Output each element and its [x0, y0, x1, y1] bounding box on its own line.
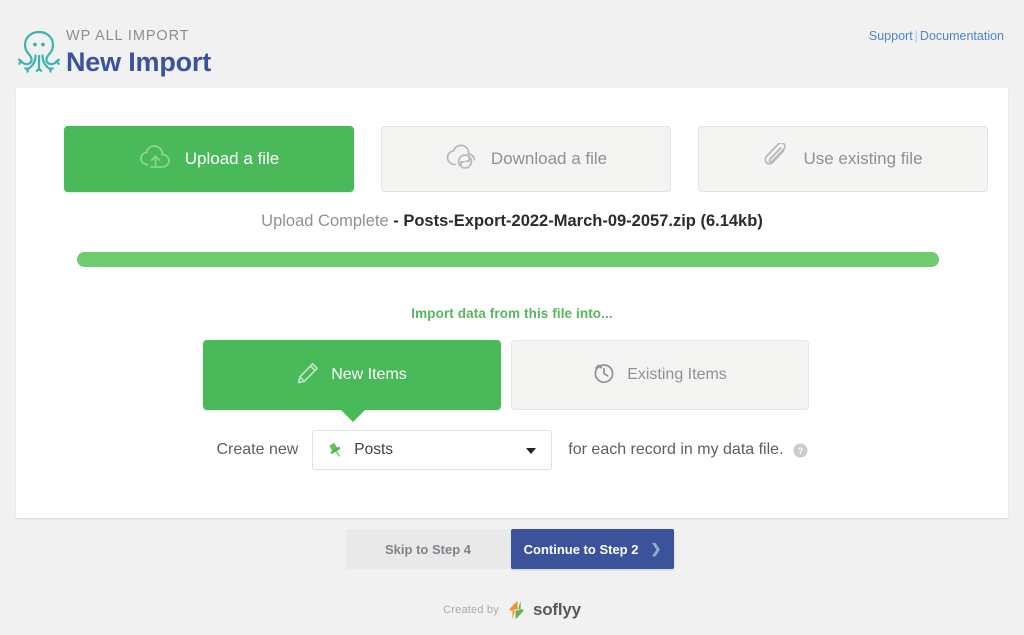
post-type-select[interactable]: Posts	[312, 430, 553, 470]
create-new-row: Create new Posts for each record in my d…	[16, 430, 1008, 470]
skip-button-label: Skip to Step 4	[385, 541, 471, 557]
post-type-value: Posts	[354, 441, 394, 458]
tab-existing-items[interactable]: Existing Items	[511, 340, 809, 410]
support-link[interactable]: Support	[869, 29, 913, 43]
source-tabs: Upload a file Download a file Use existi…	[64, 126, 988, 192]
svg-text:?: ?	[797, 446, 803, 457]
upload-status-lead: Upload Complete	[261, 212, 389, 230]
link-separator: |	[914, 29, 918, 43]
soflyy-name: soflyy	[532, 600, 581, 619]
import-mode-tabs: New Items Existing Items	[203, 340, 823, 422]
cloud-download-icon	[445, 144, 477, 175]
page-title: New Import	[66, 47, 212, 77]
tab-download-label: Download a file	[490, 149, 608, 168]
active-mode-caret	[340, 409, 366, 422]
create-new-suffix: for each record in my data file.	[568, 441, 784, 458]
soflyy-logo-icon	[507, 600, 526, 620]
paperclip-icon	[763, 141, 789, 176]
upload-status: Upload Complete - Posts-Export-2022-Marc…	[16, 210, 1008, 232]
created-by-footer: Created by soflyy	[0, 600, 1024, 620]
upload-progress-fill	[77, 252, 939, 267]
step-buttons: Skip to Step 4 Continue to Step 2 ❯	[0, 529, 1024, 569]
upload-progress-bar	[77, 252, 939, 267]
tab-use-existing-file[interactable]: Use existing file	[698, 126, 988, 192]
chevron-right-icon: ❯	[650, 541, 662, 556]
tab-existing-label: Use existing file	[803, 149, 923, 168]
cloud-upload-icon	[139, 144, 171, 175]
chevron-down-icon	[526, 448, 537, 454]
created-by-label: Created by	[443, 604, 499, 616]
new-import-page: WP ALL IMPORT New Import Support | Documen…	[0, 0, 1024, 635]
brand-subtitle: WP ALL IMPORT	[66, 28, 190, 44]
skip-to-step-4-button[interactable]: Skip to Step 4	[346, 529, 510, 569]
octopus-icon	[14, 26, 64, 74]
import-card: Upload a file Download a file Use existi…	[16, 88, 1008, 518]
existing-items-label: Existing Items	[627, 366, 727, 383]
documentation-link[interactable]: Documentation	[920, 29, 1004, 43]
tab-download-a-file[interactable]: Download a file	[381, 126, 671, 192]
pushpin-icon	[327, 442, 344, 459]
tab-upload-label: Upload a file	[184, 149, 280, 168]
upload-filename: - Posts-Export-2022-March-09-2057.zip (6…	[393, 212, 763, 230]
help-circle-icon[interactable]: ?	[793, 443, 808, 458]
pencil-icon	[297, 362, 319, 389]
create-new-label: Create new	[216, 441, 299, 458]
import-into-heading: Import data from this file into...	[411, 306, 613, 321]
tab-upload-a-file[interactable]: Upload a file	[64, 126, 354, 192]
header-links: Support | Documentation	[869, 29, 1004, 43]
brand-block: WP ALL IMPORT New Import	[66, 28, 211, 78]
continue-to-step-2-button[interactable]: Continue to Step 2 ❯	[511, 529, 674, 569]
tab-new-items[interactable]: New Items	[203, 340, 501, 422]
clock-history-icon	[593, 362, 615, 389]
page-header: WP ALL IMPORT New Import Support | Documen…	[0, 0, 1024, 88]
continue-button-label: Continue to Step 2	[523, 541, 639, 557]
new-items-label: New Items	[331, 366, 407, 383]
